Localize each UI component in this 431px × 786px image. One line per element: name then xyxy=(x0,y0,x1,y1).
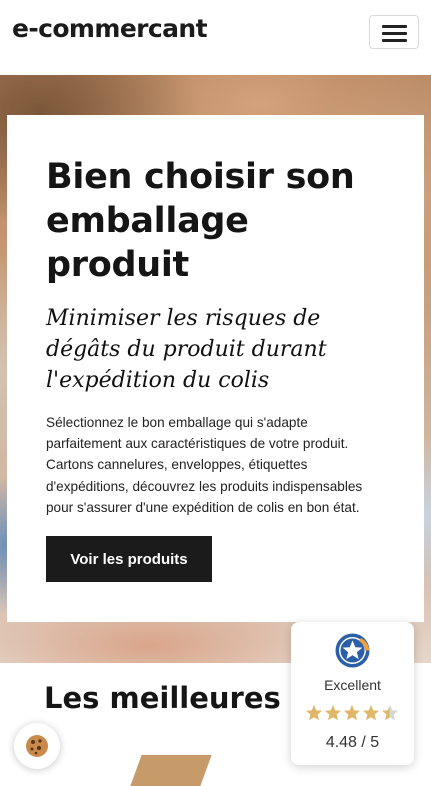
hero-description-line: Sélectionnez le bon emballage qui s'adap… xyxy=(46,415,308,430)
site-header: e-commercant xyxy=(0,0,431,75)
star-icon xyxy=(306,705,322,721)
star-badge-icon xyxy=(335,633,370,668)
product-image-peek xyxy=(130,755,212,786)
hero-description-line: Cartons cannelures, enveloppes, étiquett… xyxy=(46,457,308,473)
hero-description-line: parfaitement aux caractéristiques de vot… xyxy=(46,436,349,452)
cookie-icon xyxy=(26,735,48,757)
hero-title-line: produit xyxy=(46,245,189,285)
hero-subtitle-line: dégâts du produit durant xyxy=(46,337,327,362)
review-widget[interactable]: Excellent 4.48 / 5 xyxy=(291,622,414,765)
hero-description-line: d'expéditions, découvrez les produits in… xyxy=(46,478,363,494)
hero-description: Sélectionnez le bon emballage qui s'adap… xyxy=(46,412,386,518)
hero-subtitle-line: Minimiser les risques de xyxy=(46,306,321,331)
hero-subtitle-line: l'expédition du colis xyxy=(46,368,270,393)
hero-card: Bien choisir son emballage produit Minim… xyxy=(7,115,424,622)
hero-description-line: pour s'assurer d'une expédition de colis… xyxy=(46,499,360,515)
hero-title: Bien choisir son emballage produit xyxy=(46,155,396,287)
hero-banner: Bien choisir son emballage produit Minim… xyxy=(0,75,431,663)
hamburger-menu-icon xyxy=(382,25,407,28)
review-label: Excellent xyxy=(324,677,381,693)
star-icon xyxy=(382,705,398,721)
hero-title-line: emballage xyxy=(46,201,249,241)
section-title: Les meilleures v xyxy=(44,681,310,715)
view-products-button[interactable]: Voir les produits xyxy=(46,536,212,582)
menu-toggle-button[interactable] xyxy=(369,15,419,49)
hero-subtitle: Minimiser les risques de dégâts du produ… xyxy=(46,303,406,396)
hamburger-line xyxy=(382,39,407,42)
hero-title-line: Bien choisir son xyxy=(46,157,355,197)
rating-stars xyxy=(305,704,400,722)
site-logo[interactable]: e-commercant xyxy=(12,14,208,43)
hamburger-line xyxy=(382,32,407,35)
star-icon xyxy=(363,705,379,721)
review-score: 4.48 / 5 xyxy=(325,734,380,751)
star-icon xyxy=(325,705,341,721)
star-icon xyxy=(344,705,360,721)
cookie-settings-button[interactable] xyxy=(14,723,60,769)
section-title-main: Les meilleures xyxy=(44,681,291,715)
view-products-label: Voir les produits xyxy=(70,550,188,568)
